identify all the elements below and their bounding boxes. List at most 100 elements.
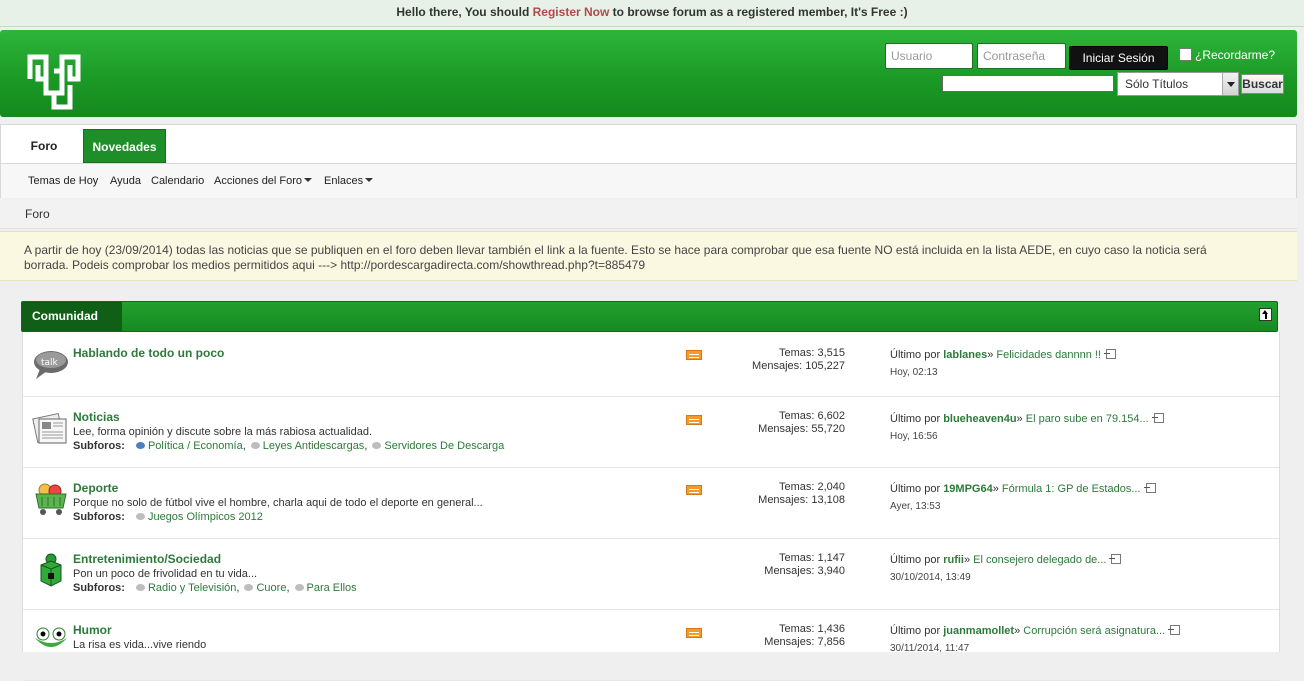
forum-description: La risa es vida...vive riendo	[73, 639, 207, 651]
post-count: Mensajes: 55,720	[758, 423, 845, 435]
subforum-link[interactable]: Servidores De Descarga	[384, 440, 504, 452]
goto-last-post-icon[interactable]	[1168, 625, 1181, 635]
svg-text:talk: talk	[41, 358, 59, 368]
subnav-acciones-label: Acciones del Foro	[214, 175, 303, 187]
rss-icon[interactable]	[686, 415, 702, 425]
goto-last-post-icon[interactable]	[1103, 349, 1116, 359]
subforum-link[interactable]: Política / Economía	[148, 440, 243, 452]
subforums-label: Subforos:	[73, 582, 125, 594]
post-count: Mensajes: 105,227	[752, 360, 845, 372]
thread-count: Temas: 2,040	[778, 481, 845, 493]
subforum-bubble-icon	[135, 513, 145, 520]
goto-last-post-icon[interactable]	[1143, 483, 1156, 493]
last-post-date: 30/10/2014, 13:49	[890, 572, 971, 583]
last-post-thread[interactable]: Felicidades dannnn !!	[996, 349, 1101, 361]
last-post-date: Ayer, 13:53	[890, 501, 941, 512]
announcement-text: A partir de hoy (23/09/2014) todas las n…	[24, 243, 1207, 272]
password-field[interactable]: Contraseña	[977, 43, 1066, 69]
last-post-thread[interactable]: Fórmula 1: GP de Estados...	[1002, 483, 1141, 495]
last-post-thread[interactable]: El paro sube en 79.154...	[1026, 413, 1149, 425]
search-scope-value: Sólo Títulos	[1125, 77, 1189, 91]
subforum-bubble-icon	[135, 442, 145, 449]
rss-icon[interactable]	[686, 350, 702, 360]
breadcrumb[interactable]: Foro	[25, 207, 50, 221]
collapse-icon[interactable]	[1259, 308, 1272, 321]
last-post-date: Hoy, 16:56	[890, 431, 938, 442]
last-post-user[interactable]: 19MPG64	[943, 483, 993, 495]
subforum-link[interactable]: Cuore	[256, 582, 286, 594]
last-post: Último por 19MPG64» Fórmula 1: GP de Est…	[890, 483, 1156, 495]
forum-stats: Temas: 1,147 Mensajes: 3,940	[723, 552, 845, 578]
sports-cart-icon	[31, 481, 71, 517]
forum-title[interactable]: Deporte	[73, 481, 118, 495]
login-button[interactable]: Iniciar Sesión	[1069, 46, 1168, 70]
subforum-bubble-icon	[294, 584, 304, 591]
category-title[interactable]: Comunidad	[22, 302, 122, 331]
forum-category-header: Comunidad	[21, 301, 1278, 332]
forum-row: Deporte Porque no solo de fútbol vive el…	[23, 468, 1279, 539]
subforum-link[interactable]: Leyes Antidescargas	[263, 440, 365, 452]
forum-title[interactable]: Noticias	[73, 410, 120, 424]
last-post: Último por juanmamollet» Corrupción será…	[890, 625, 1181, 637]
last-post-prefix: Último por	[890, 625, 944, 637]
tab-foro[interactable]: Foro	[29, 129, 59, 163]
forum-row: talk Hablando de todo un poco Temas: 3,5…	[23, 332, 1279, 397]
talk-bubble-icon: talk	[31, 346, 71, 382]
frog-face-icon	[31, 622, 71, 658]
remember-me-checkbox[interactable]	[1179, 48, 1192, 61]
subforum-list: Subforos: Política / Economía, Leyes Antid…	[73, 440, 505, 452]
last-post-thread[interactable]: Corrupción será asignatura...	[1023, 625, 1165, 637]
forum-title[interactable]: Humor	[73, 623, 112, 637]
subforum-list: Subforos: Juegos Olímpicos 2012	[73, 511, 263, 523]
site-header: Usuario Contraseña Iniciar Sesión ¿Recor…	[0, 30, 1297, 117]
goto-last-post-icon[interactable]	[1109, 554, 1122, 564]
forum-title[interactable]: Hablando de todo un poco	[73, 346, 224, 360]
remember-me-label: ¿Recordarme?	[1195, 48, 1276, 62]
last-post: Último por lablanes» Felicidades dannnn …	[890, 349, 1116, 361]
thread-count: Temas: 1,147	[778, 552, 845, 564]
search-input[interactable]	[942, 75, 1114, 92]
subforums-label: Subforos:	[73, 511, 125, 523]
last-post-user[interactable]: lablanes	[943, 349, 987, 361]
subforum-bubble-icon	[135, 584, 145, 591]
subnav-enlaces[interactable]: Enlaces	[324, 175, 374, 187]
subforum-link[interactable]: Juegos Olímpicos 2012	[148, 511, 263, 523]
subforums-label: Subforos:	[73, 440, 125, 452]
subnav-ayuda[interactable]: Ayuda	[110, 175, 141, 187]
last-post-user[interactable]: juanmamollet	[943, 625, 1014, 637]
chevron-down-icon[interactable]	[1222, 73, 1238, 95]
last-post-user[interactable]: blueheaven4u	[943, 413, 1016, 425]
site-logo-icon[interactable]	[24, 49, 88, 113]
last-post-user[interactable]: rufii	[943, 554, 964, 566]
forum-stats: Temas: 2,040 Mensajes: 13,108	[723, 481, 845, 507]
subforum-bubble-icon	[244, 584, 254, 591]
goto-last-post-icon[interactable]	[1151, 413, 1164, 423]
subnav-temas-de-hoy[interactable]: Temas de Hoy	[28, 175, 98, 187]
username-field[interactable]: Usuario	[885, 43, 973, 69]
subnav-acciones-del-foro[interactable]: Acciones del Foro	[214, 175, 313, 187]
caret-down-icon	[304, 178, 313, 182]
rss-icon[interactable]	[686, 485, 702, 495]
subnav-bar: Temas de Hoy Ayuda Calendario Acciones d…	[1, 163, 1296, 198]
search-button[interactable]: Buscar	[1241, 74, 1284, 94]
person-cube-icon	[31, 551, 71, 587]
thread-count: Temas: 3,515	[778, 347, 845, 359]
main-navbar: Foro Novedades Temas de Hoy Ayuda Calend…	[0, 124, 1297, 198]
last-post-thread[interactable]: El consejero delegado de...	[973, 554, 1106, 566]
notice-prefix: Hello there, You should	[396, 5, 533, 19]
register-now-link[interactable]: Register Now	[533, 5, 610, 19]
last-post-date: 30/11/2014, 11:47	[890, 643, 970, 654]
forum-title[interactable]: Entretenimiento/Sociedad	[73, 552, 221, 566]
last-post-prefix: Último por	[890, 349, 944, 361]
forum-stats: Temas: 3,515 Mensajes: 105,227	[723, 347, 845, 373]
remember-me-toggle[interactable]: ¿Recordarme?	[1179, 48, 1275, 62]
subnav-calendario[interactable]: Calendario	[151, 175, 204, 187]
rss-icon[interactable]	[686, 628, 702, 638]
subforum-link[interactable]: Para Ellos	[307, 582, 357, 594]
forum-description: Lee, forma opinión y discute sobre la má…	[73, 426, 373, 438]
subforum-link[interactable]: Radio y Televisión	[148, 582, 236, 594]
tab-novedades[interactable]: Novedades	[83, 129, 166, 163]
search-scope-select[interactable]: Sólo Títulos	[1117, 72, 1239, 96]
last-post-prefix: Último por	[890, 413, 944, 425]
thread-count: Temas: 1,436	[778, 623, 845, 635]
